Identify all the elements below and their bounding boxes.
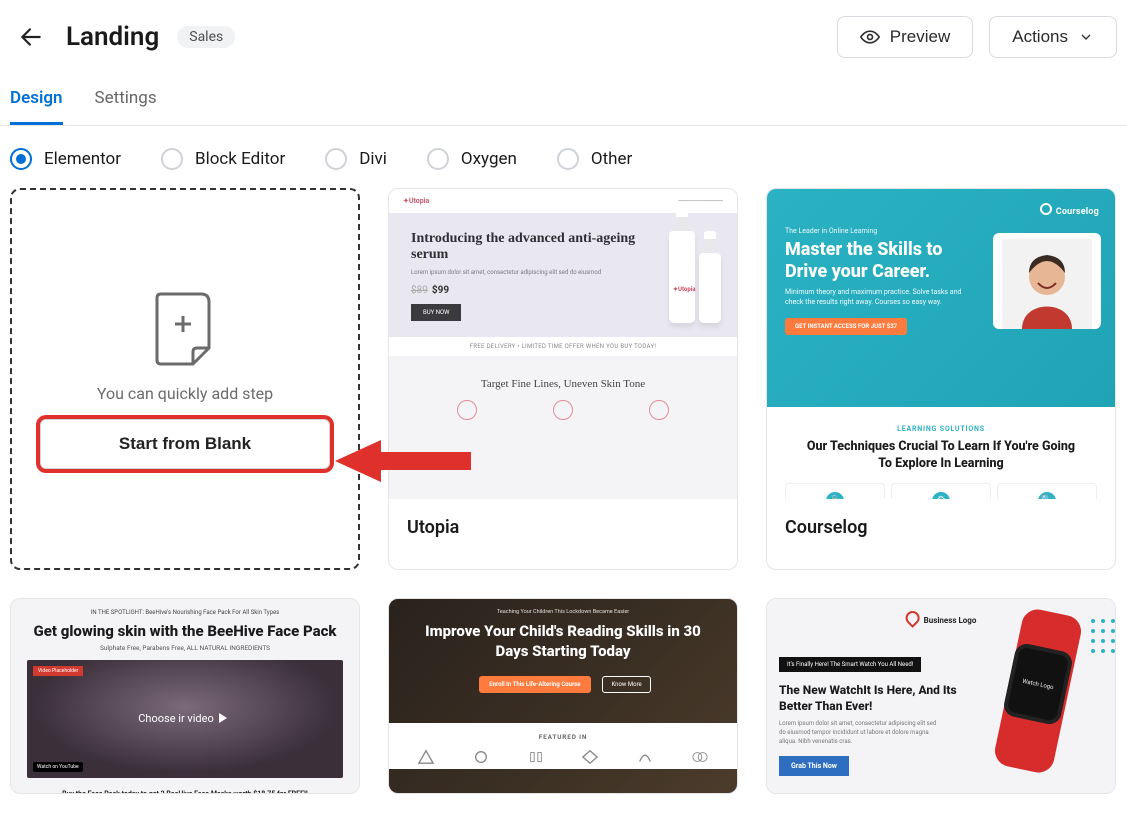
preview-button[interactable]: Preview	[837, 16, 973, 58]
gear-icon: ⚙	[932, 492, 950, 499]
courselog-heading: Master the Skills to Drive your Career.	[785, 239, 965, 282]
bottle-icon	[699, 253, 721, 323]
template-card-utopia[interactable]: ✦Utopia ───────── Introducing the advanc…	[388, 188, 738, 570]
start-blank-card: You can quickly add step Start from Blan…	[10, 188, 360, 570]
radio-dot-icon	[161, 148, 183, 170]
radio-elementor[interactable]: Elementor	[10, 148, 121, 170]
template-name: Courselog	[767, 499, 1115, 558]
actions-dropdown[interactable]: Actions	[989, 16, 1117, 58]
builder-selector: Elementor Block Editor Divi Oxygen Other	[0, 126, 1127, 188]
template-name: Utopia	[389, 499, 737, 558]
eye-icon	[860, 27, 880, 47]
radio-divi[interactable]: Divi	[325, 148, 387, 170]
person-icon	[1002, 239, 1092, 329]
template-preview: Business Logo It's Finally Here! The Sma…	[767, 599, 1115, 793]
partner-logo-icon	[581, 749, 599, 765]
template-card-beehive[interactable]: IN THE SPOTLIGHT: BeeHive's Nourishing F…	[10, 598, 360, 794]
radio-other[interactable]: Other	[557, 148, 632, 170]
feature-icon	[553, 400, 573, 420]
add-document-icon	[153, 290, 217, 368]
partner-logo-icon	[417, 749, 435, 765]
partner-logo-icon	[527, 749, 545, 765]
play-icon	[219, 713, 227, 723]
template-preview: Courselog The Leader in Online Learning …	[767, 189, 1115, 499]
lock-icon: 🔒	[826, 492, 844, 499]
reading-cta: Enroll In This Life-Altering Course	[479, 676, 590, 693]
preview-label: Preview	[890, 27, 950, 47]
partner-logo-icon	[636, 749, 654, 765]
template-card-watch[interactable]: Business Logo It's Finally Here! The Sma…	[766, 598, 1116, 794]
page-type-badge: Sales	[177, 26, 235, 48]
watch-logo: Business Logo	[906, 611, 977, 625]
radio-dot-icon	[557, 148, 579, 170]
arrow-left-icon	[18, 24, 44, 50]
bottle-icon: ✦Utopia	[669, 231, 695, 323]
courselog-logo: Courselog	[785, 203, 1099, 217]
template-card-courselog[interactable]: Courselog The Leader in Online Learning …	[766, 188, 1116, 570]
radio-dot-icon	[325, 148, 347, 170]
watch-image: Watch Logo	[973, 611, 1103, 771]
watch-cta: Grab This Now	[779, 756, 849, 776]
blank-hint: You can quickly add step	[97, 384, 273, 403]
partner-logo-icon	[472, 749, 490, 765]
actions-label: Actions	[1012, 27, 1068, 47]
utopia-cta: BUY NOW	[411, 304, 461, 321]
partner-logo-icon	[691, 749, 709, 765]
radio-block-editor[interactable]: Block Editor	[161, 148, 285, 170]
utopia-heading: Introducing the advanced anti-ageing ser…	[411, 231, 659, 263]
radio-dot-icon	[427, 148, 449, 170]
template-card-reading[interactable]: Teaching Your Children This Lockdown Bec…	[388, 598, 738, 794]
template-preview: Teaching Your Children This Lockdown Bec…	[389, 599, 737, 793]
utopia-brand: ✦Utopia	[403, 197, 429, 205]
feature-icon	[649, 400, 669, 420]
tab-settings[interactable]: Settings	[95, 88, 157, 125]
radio-oxygen[interactable]: Oxygen	[427, 148, 517, 170]
page-title: Landing	[66, 22, 159, 52]
template-preview: IN THE SPOTLIGHT: BeeHive's Nourishing F…	[11, 599, 359, 793]
tab-design[interactable]: Design	[10, 88, 63, 125]
template-preview: ✦Utopia ───────── Introducing the advanc…	[389, 189, 737, 499]
start-from-blank-button[interactable]: Start from Blank	[40, 419, 331, 469]
decorative-dots	[1091, 619, 1115, 653]
back-button[interactable]	[14, 20, 48, 54]
chevron-down-icon	[1078, 29, 1094, 45]
video-placeholder: Video Placeholder Choose ir video Watch …	[27, 660, 343, 778]
feature-icon	[457, 400, 477, 420]
courselog-cta: GET INSTANT ACCESS FOR JUST $37	[785, 318, 907, 335]
radio-dot-icon	[10, 148, 32, 170]
hero-photo	[993, 233, 1101, 329]
search-icon: 🔍	[1038, 492, 1056, 499]
